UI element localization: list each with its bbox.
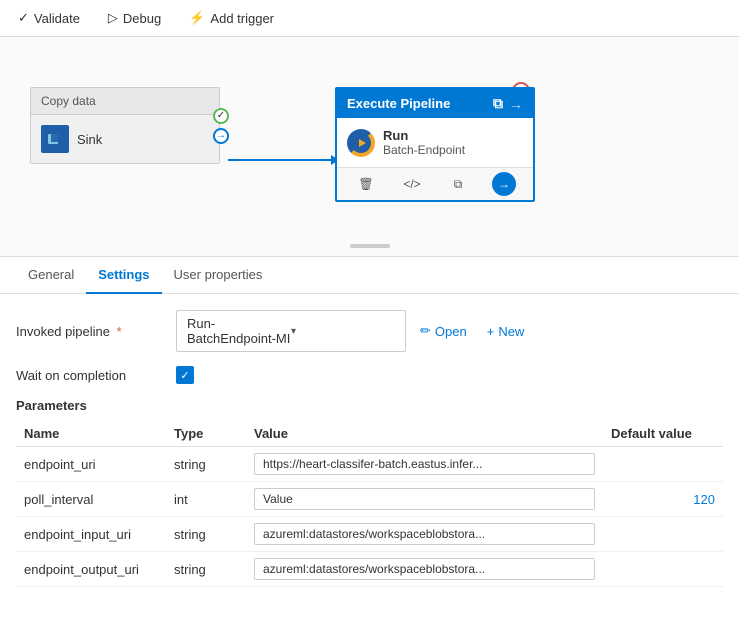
copy-data-node[interactable]: Copy data Sink ✓ → bbox=[30, 87, 220, 164]
wait-completion-checkbox[interactable]: ✓ bbox=[176, 366, 194, 384]
param-value-cell: Value bbox=[246, 482, 603, 517]
settings-content: Invoked pipeline * Run-BatchEndpoint-MI … bbox=[0, 294, 739, 603]
run-batch-icon bbox=[347, 129, 375, 157]
node-arrow-right-icon: → bbox=[509, 96, 523, 112]
tab-general[interactable]: General bbox=[16, 257, 86, 294]
canvas-area: Copy data Sink ✓ → Execute Pipeline ⧉ → bbox=[0, 37, 739, 257]
external-link-icon[interactable]: ⧉ bbox=[493, 95, 503, 112]
validate-button[interactable]: ✓ Validate bbox=[14, 8, 84, 28]
wait-completion-row: Wait on completion ✓ bbox=[16, 366, 723, 384]
execute-pipeline-title: Execute Pipeline bbox=[347, 96, 450, 111]
delete-icon[interactable]: 🗑 bbox=[354, 172, 378, 196]
param-default-value bbox=[603, 517, 723, 552]
execute-pipeline-footer: 🗑 </> ⧉ → bbox=[337, 167, 533, 200]
validate-label: Validate bbox=[34, 11, 80, 26]
new-label: New bbox=[498, 324, 524, 339]
execute-pipeline-body: Run Batch-Endpoint bbox=[337, 118, 533, 167]
execute-pipeline-node[interactable]: Execute Pipeline ⧉ → Run Batch-Endpoint … bbox=[335, 87, 535, 202]
param-default-value bbox=[603, 447, 723, 482]
copy-data-icon bbox=[41, 125, 69, 153]
tab-settings[interactable]: Settings bbox=[86, 257, 161, 294]
param-default-value: 120 bbox=[603, 482, 723, 517]
plus-icon: + bbox=[487, 324, 495, 339]
required-marker: * bbox=[117, 324, 122, 339]
new-button[interactable]: + New bbox=[481, 320, 531, 343]
invoked-pipeline-label: Invoked pipeline * bbox=[16, 324, 176, 339]
toolbar: ✓ Validate ▷ Debug ⚡ Add trigger bbox=[0, 0, 739, 37]
connector-success: ✓ bbox=[213, 108, 229, 124]
param-value-cell: azureml:datastores/workspaceblobstora... bbox=[246, 517, 603, 552]
col-header-default: Default value bbox=[603, 421, 723, 447]
copy-data-node-body: Sink bbox=[31, 115, 219, 163]
copy-data-node-header: Copy data bbox=[31, 88, 219, 115]
run-sub-label: Batch-Endpoint bbox=[383, 143, 465, 157]
param-default-value bbox=[603, 552, 723, 587]
connector-dependency: → bbox=[213, 128, 229, 144]
scroll-handle bbox=[350, 244, 390, 248]
col-header-value: Value bbox=[246, 421, 603, 447]
param-type: string bbox=[166, 447, 246, 482]
param-type: string bbox=[166, 517, 246, 552]
invoked-pipeline-row: Invoked pipeline * Run-BatchEndpoint-MI … bbox=[16, 310, 723, 352]
run-label: Run bbox=[383, 128, 465, 143]
param-value-input[interactable]: azureml:datastores/workspaceblobstora... bbox=[254, 523, 595, 545]
param-name: endpoint_output_uri bbox=[16, 552, 166, 587]
table-row: poll_intervalint Value 120 bbox=[16, 482, 723, 517]
params-header-row: Name Type Value Default value bbox=[16, 421, 723, 447]
pipeline-dropdown-value: Run-BatchEndpoint-MI bbox=[187, 316, 291, 346]
pipeline-arrow bbox=[228, 159, 338, 161]
debug-button[interactable]: ▷ Debug bbox=[104, 8, 165, 28]
param-type: string bbox=[166, 552, 246, 587]
param-name: endpoint_input_uri bbox=[16, 517, 166, 552]
copy-icon[interactable]: ⧉ bbox=[446, 172, 470, 196]
code-icon[interactable]: </> bbox=[400, 172, 424, 196]
go-icon[interactable]: → bbox=[492, 172, 516, 196]
col-header-type: Type bbox=[166, 421, 246, 447]
copy-data-sink-label: Sink bbox=[77, 132, 102, 147]
open-label: Open bbox=[435, 324, 467, 339]
param-type: int bbox=[166, 482, 246, 517]
parameters-section: Parameters Name Type Value Default value… bbox=[16, 398, 723, 587]
add-trigger-button[interactable]: ⚡ Add trigger bbox=[185, 8, 278, 28]
settings-tabs: General Settings User properties bbox=[0, 257, 739, 294]
pencil-icon: ✏ bbox=[420, 323, 431, 339]
open-button[interactable]: ✏ Open bbox=[414, 319, 473, 343]
table-row: endpoint_input_uristring azureml:datastor… bbox=[16, 517, 723, 552]
parameters-table: Name Type Value Default value endpoint_u… bbox=[16, 421, 723, 587]
wait-completion-label: Wait on completion bbox=[16, 368, 176, 383]
tab-user-properties[interactable]: User properties bbox=[162, 257, 275, 294]
execute-pipeline-labels: Run Batch-Endpoint bbox=[383, 128, 465, 157]
pipeline-dropdown[interactable]: Run-BatchEndpoint-MI ▾ bbox=[176, 310, 406, 352]
debug-icon: ▷ bbox=[108, 10, 118, 26]
copy-data-connectors: ✓ → bbox=[213, 108, 229, 144]
param-name: endpoint_uri bbox=[16, 447, 166, 482]
col-header-name: Name bbox=[16, 421, 166, 447]
chevron-down-icon: ▾ bbox=[291, 326, 395, 337]
param-value-cell: azureml:datastores/workspaceblobstora... bbox=[246, 552, 603, 587]
execute-pipeline-header: Execute Pipeline ⧉ → bbox=[337, 89, 533, 118]
param-name: poll_interval bbox=[16, 482, 166, 517]
wait-completion-control: ✓ bbox=[176, 366, 723, 384]
invoked-pipeline-control: Run-BatchEndpoint-MI ▾ ✏ Open + New bbox=[176, 310, 723, 352]
param-value-input[interactable]: Value bbox=[254, 488, 595, 510]
add-trigger-label: Add trigger bbox=[210, 11, 274, 26]
debug-label: Debug bbox=[123, 11, 161, 26]
validate-icon: ✓ bbox=[18, 10, 29, 26]
add-trigger-icon: ⚡ bbox=[189, 10, 205, 26]
table-row: endpoint_output_uristring azureml:datasto… bbox=[16, 552, 723, 587]
param-value-cell: https://heart-classifer-batch.eastus.inf… bbox=[246, 447, 603, 482]
table-row: endpoint_uristring https://heart-classife… bbox=[16, 447, 723, 482]
settings-panel: General Settings User properties Invoked… bbox=[0, 257, 739, 603]
param-value-input[interactable]: azureml:datastores/workspaceblobstora... bbox=[254, 558, 595, 580]
parameters-title: Parameters bbox=[16, 398, 723, 413]
param-value-input[interactable]: https://heart-classifer-batch.eastus.inf… bbox=[254, 453, 595, 475]
